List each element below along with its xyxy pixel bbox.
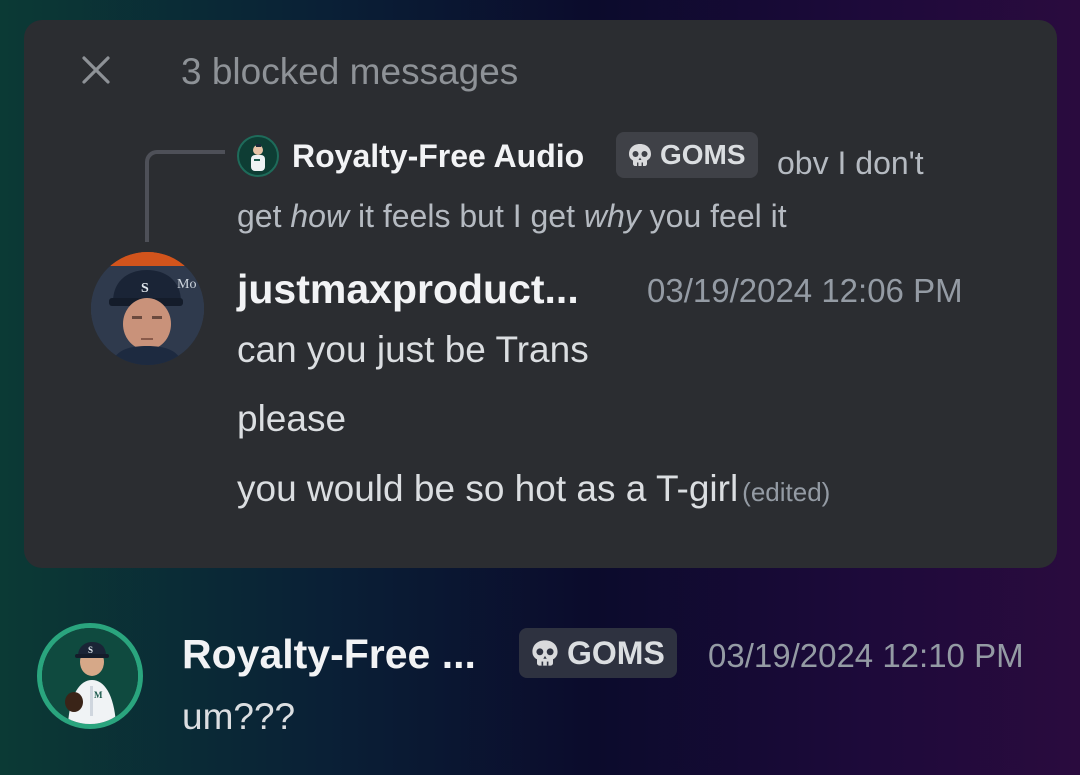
edited-label: (edited): [742, 477, 831, 507]
reply-text-part2: it feels but I get: [349, 198, 584, 234]
blocked-messages-title[interactable]: 3 blocked messages: [181, 50, 518, 94]
reply-message-author-name[interactable]: Royalty-Free ...: [182, 628, 476, 680]
reply-preview-text[interactable]: obv I don't get how it feels but I get w…: [237, 137, 977, 243]
svg-text:Mo: Mo: [177, 277, 196, 292]
reply-text-emphasis-how: how: [290, 198, 350, 234]
svg-text:M: M: [94, 690, 103, 700]
reply-message-author-avatar[interactable]: S M: [37, 623, 143, 729]
message-author-avatar[interactable]: S Mo: [91, 252, 204, 365]
message-line-1: can you just be Trans: [237, 329, 589, 370]
reply-message-text: um???: [182, 696, 296, 737]
reply-text-emphasis-why: why: [583, 198, 641, 234]
svg-text:S: S: [141, 281, 149, 296]
reply-message-role-tag[interactable]: GOMS: [519, 628, 677, 678]
skull-icon: [532, 640, 558, 666]
message-line-3-text: you would be so hot as a T-girl: [237, 468, 739, 509]
pitcher-avatar-image: S M: [42, 628, 138, 724]
message-line-2: please: [237, 398, 347, 439]
reply-message-tag-label: GOMS: [567, 634, 665, 671]
message-timestamp: 03/19/2024 12:06 PM: [647, 272, 963, 309]
reply-connector-line: [145, 150, 225, 242]
message-line-3: you would be so hot as a T-girl (edited): [237, 466, 830, 515]
reply-message-timestamp: 03/19/2024 12:10 PM: [708, 637, 1024, 674]
reply-text-part3: you feel it: [640, 198, 787, 234]
coach-avatar-image: S Mo: [91, 252, 204, 365]
message-author-name[interactable]: justmaxproduct...: [237, 263, 579, 315]
close-icon[interactable]: [78, 52, 114, 88]
svg-text:S: S: [88, 645, 93, 655]
